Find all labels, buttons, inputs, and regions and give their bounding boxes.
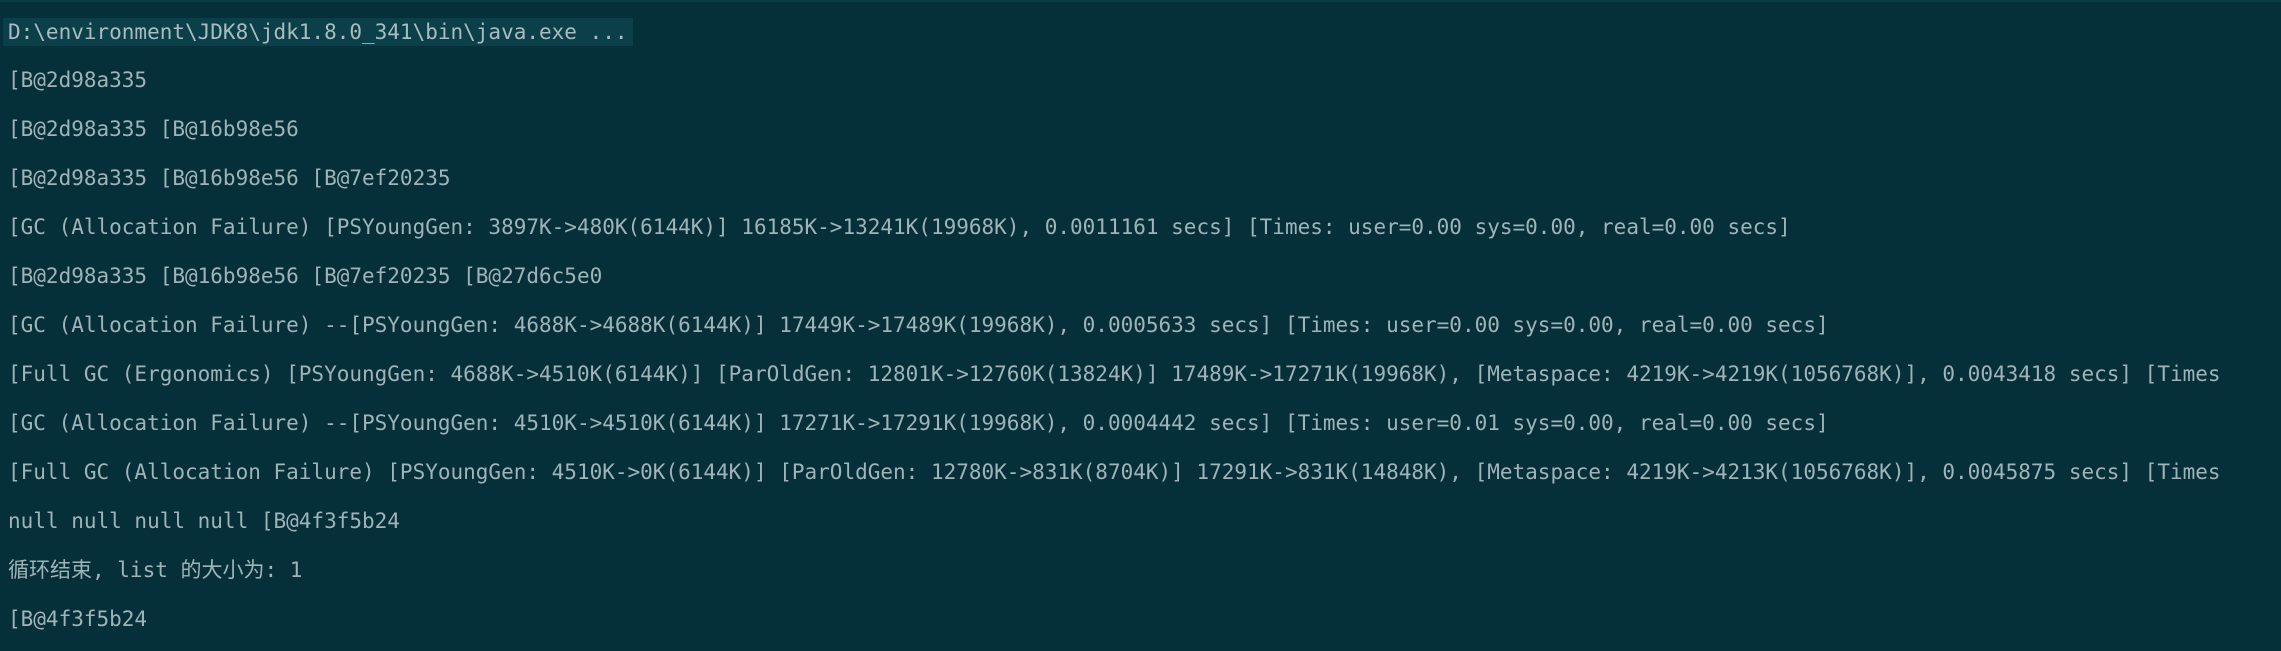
command-line[interactable]: D:\environment\JDK8\jdk1.8.0_341\bin\jav… (3, 18, 633, 46)
output-line: null null null null [B@4f3f5b24 (8, 509, 400, 533)
output-line: [B@2d98a335 [B@16b98e56 [B@7ef20235 [B@2… (8, 264, 603, 288)
output-line: [B@2d98a335 [B@16b98e56 [B@7ef20235 (8, 166, 451, 190)
full-gc-log-line: [Full GC (Allocation Failure) [PSYoungGe… (8, 460, 2221, 484)
full-gc-log-line: [Full GC (Ergonomics) [PSYoungGen: 4688K… (8, 362, 2221, 386)
output-line: 循环结束, list 的大小为: 1 (8, 558, 303, 582)
output-line: [B@2d98a335 (8, 68, 148, 92)
output-line: [B@4f3f5b24 (8, 607, 148, 631)
gc-log-line: [GC (Allocation Failure) --[PSYoungGen: … (8, 411, 1829, 435)
output-line: [B@2d98a335 [B@16b98e56 (8, 117, 299, 141)
gc-log-line: [GC (Allocation Failure) [PSYoungGen: 38… (8, 215, 1791, 239)
run-console-output[interactable]: D:\environment\JDK8\jdk1.8.0_341\bin\jav… (0, 0, 2281, 651)
gc-log-line: [GC (Allocation Failure) --[PSYoungGen: … (8, 313, 1829, 337)
